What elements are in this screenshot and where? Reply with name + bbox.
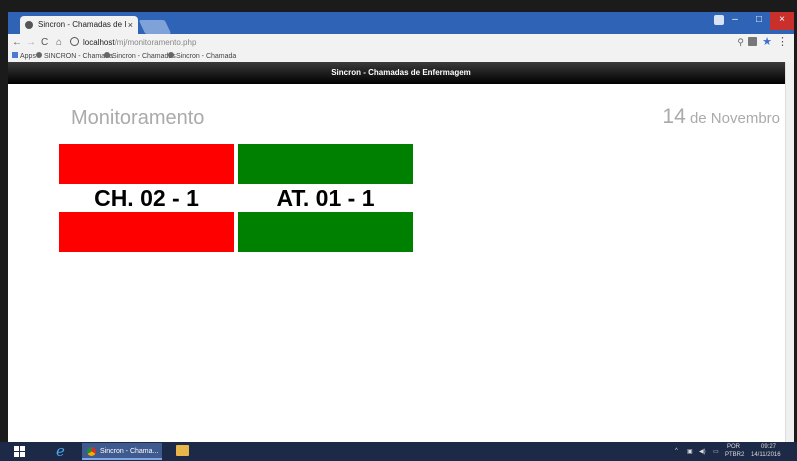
url-host: localhost	[83, 38, 115, 47]
volume-icon[interactable]: ◀)	[699, 448, 706, 455]
chrome-icon	[87, 447, 96, 456]
keyboard-layout[interactable]: PTBR2	[725, 452, 744, 458]
tray-arrow-icon[interactable]: ^	[675, 448, 678, 454]
menu-icon[interactable]: ⋮	[777, 35, 788, 48]
notification-icon[interactable]: ▭	[713, 448, 719, 455]
clock-date[interactable]: 14/11/2016	[751, 452, 781, 458]
call-card[interactable]: AT. 01 - 1	[238, 144, 413, 252]
bookmarks-bar: Apps SINCRON - Chamada Sincron - Chamada…	[8, 52, 794, 62]
taskbar: e Sincron - Chama... ^ ▣ ◀) ▭ POR PTBR2 …	[0, 442, 797, 461]
bookmark-label: Sincron - Chamadas	[112, 53, 176, 60]
page-scrollbar[interactable]	[785, 62, 794, 442]
zoom-icon[interactable]: ⚲	[737, 37, 744, 48]
internet-explorer-icon[interactable]: e	[56, 443, 65, 459]
bookmark-item[interactable]: SINCRON - Chamada	[36, 52, 113, 62]
tab-close-button[interactable]: ×	[128, 16, 133, 34]
bookmark-label: Sincron - Chamada	[176, 53, 237, 60]
url-field[interactable]: localhost/mj/monitoramento.php	[70, 35, 196, 51]
back-button[interactable]: ←	[12, 35, 22, 51]
gear-icon	[168, 52, 174, 58]
bookmark-item[interactable]: Sincron - Chamada	[168, 52, 236, 62]
date-day: 14	[662, 105, 686, 128]
bookmark-label: SINCRON - Chamada	[44, 53, 113, 60]
user-profile-icon[interactable]	[714, 15, 724, 25]
tab-title: Sincron - Chamadas de I	[38, 20, 127, 29]
reload-button[interactable]: C	[41, 35, 48, 51]
home-button[interactable]: ⌂	[56, 35, 62, 51]
clock-time[interactable]: 09:27	[761, 444, 776, 450]
forward-button[interactable]: →	[26, 35, 36, 51]
browser-tab[interactable]: Sincron - Chamadas de I ×	[20, 16, 138, 34]
bookmark-apps[interactable]: Apps	[12, 52, 36, 62]
globe-icon	[36, 52, 42, 58]
maximize-button[interactable]: □	[748, 12, 770, 30]
bookmark-item[interactable]: Sincron - Chamadas	[104, 52, 176, 62]
page-title: Monitoramento	[71, 107, 205, 129]
gear-icon	[25, 21, 33, 29]
bookmark-label: Apps	[20, 53, 36, 60]
extension-icon[interactable]	[748, 37, 757, 46]
call-card-band-top	[238, 144, 413, 184]
call-card-band-bottom	[59, 212, 234, 252]
page-header: Sincron - Chamadas de Enfermagem	[8, 62, 794, 84]
new-tab-button[interactable]	[138, 20, 172, 34]
browser-window: Sincron - Chamadas de I × – □ × ← → C ⌂ …	[8, 12, 794, 442]
taskbar-chrome-label: Sincron - Chama...	[100, 448, 159, 455]
call-card-band-top	[59, 144, 234, 184]
minimize-button[interactable]: –	[724, 12, 746, 30]
language-indicator[interactable]: POR	[727, 444, 740, 450]
system-tray: ^ ▣ ◀) ▭ POR PTBR2 09:27 14/11/2016	[673, 442, 793, 461]
file-explorer-icon[interactable]	[176, 445, 189, 456]
current-date: 14 de Novembro	[662, 105, 780, 129]
close-window-button[interactable]: ×	[770, 12, 794, 30]
call-card-label: CH. 02 - 1	[59, 184, 234, 212]
url-path: /mj/monitoramento.php	[114, 38, 197, 47]
taskbar-chrome-button[interactable]: Sincron - Chama...	[82, 443, 162, 460]
tab-strip: Sincron - Chamadas de I × – □ ×	[8, 12, 794, 34]
apps-icon	[12, 52, 18, 58]
page-body: Monitoramento 14 de Novembro CH. 02 - 1 …	[8, 84, 786, 442]
call-card-label: AT. 01 - 1	[238, 184, 413, 212]
address-bar: ← → C ⌂ localhost/mj/monitoramento.php ⚲…	[8, 34, 794, 52]
gear-icon	[104, 52, 110, 58]
date-month: de Novembro	[685, 110, 780, 127]
info-icon[interactable]	[70, 37, 79, 46]
network-icon[interactable]: ▣	[687, 448, 693, 455]
bookmark-star-icon[interactable]: ★	[762, 35, 772, 48]
windows-start-icon[interactable]	[14, 446, 25, 457]
call-card-band-bottom	[238, 212, 413, 252]
call-card[interactable]: CH. 02 - 1	[59, 144, 234, 252]
